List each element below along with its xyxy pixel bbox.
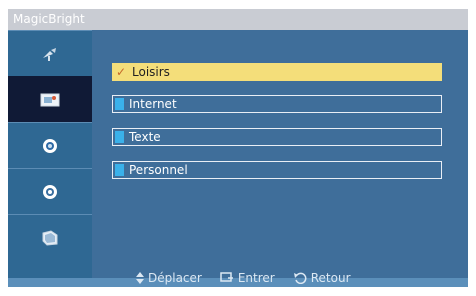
back-label: Retour — [310, 271, 351, 285]
updown-arrow-icon — [136, 272, 144, 284]
sound-icon — [41, 137, 59, 155]
checkmark-icon: ✓ — [116, 65, 127, 79]
satellite-icon — [40, 46, 60, 62]
picture-icon — [40, 93, 60, 107]
move-label: Déplacer — [148, 271, 202, 285]
back-hint: Retour — [293, 271, 351, 285]
key-hints: Déplacer Entrer Retour — [136, 270, 351, 286]
setup-icon — [41, 183, 59, 201]
sidebar-item-sound[interactable] — [8, 122, 92, 168]
sidebar-item-setup[interactable] — [8, 168, 92, 214]
option-label: Loisirs — [132, 65, 170, 79]
option-marker-icon — [115, 131, 124, 143]
input-icon — [41, 229, 59, 246]
move-hint: Déplacer — [136, 271, 202, 285]
option-marker-icon — [115, 164, 124, 176]
option-texte[interactable]: Texte — [112, 128, 442, 146]
enter-label: Entrer — [237, 271, 275, 285]
option-internet[interactable]: Internet — [112, 95, 442, 113]
return-arrow-icon — [293, 272, 307, 284]
window-title: MagicBright — [8, 9, 468, 30]
status-bar: Déplacer Entrer Retour — [8, 271, 468, 287]
enter-icon — [220, 272, 234, 284]
magicbright-osd: MagicBright ✓ Loisirs Internet Texte Per… — [8, 9, 468, 287]
option-label: Personnel — [129, 163, 188, 177]
enter-hint: Entrer — [220, 271, 275, 285]
option-marker-icon — [115, 98, 124, 110]
sidebar — [8, 30, 92, 278]
option-label: Internet — [129, 97, 177, 111]
option-personnel[interactable]: Personnel — [112, 161, 442, 179]
sidebar-item-channel[interactable] — [8, 30, 92, 76]
option-loisirs[interactable]: ✓ Loisirs — [112, 63, 442, 81]
sidebar-item-input[interactable] — [8, 214, 92, 260]
sidebar-item-picture[interactable] — [8, 76, 92, 122]
option-label: Texte — [129, 130, 161, 144]
menu-content: ✓ Loisirs Internet Texte Personnel — [92, 30, 468, 278]
